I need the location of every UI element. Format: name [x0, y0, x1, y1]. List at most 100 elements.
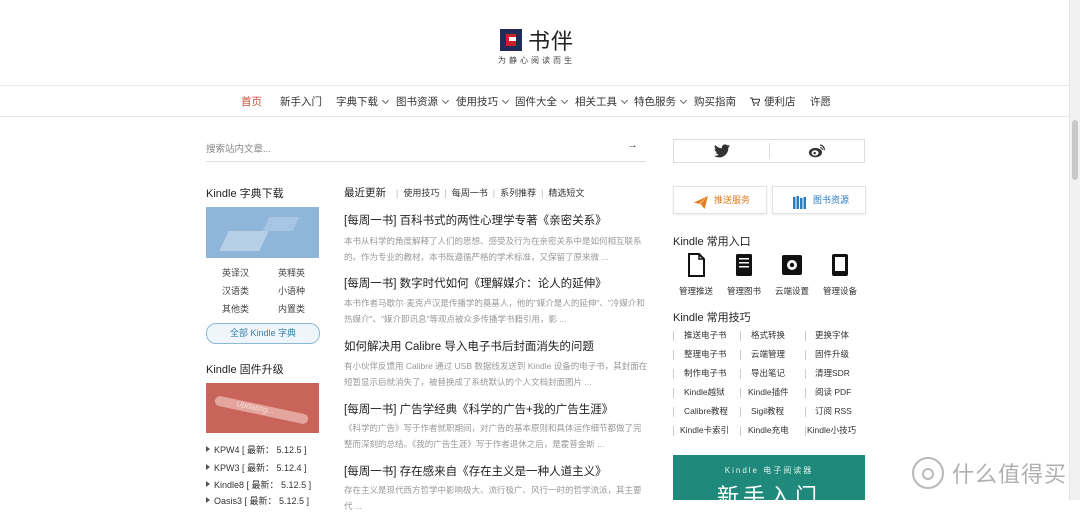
book-resources-button[interactable]: 图书资源 — [772, 186, 866, 214]
search-submit-arrow-icon[interactable]: → — [627, 139, 638, 151]
push-service-button[interactable]: 推送服务 — [673, 186, 767, 214]
article-summary: 本书作者马歇尔·麦克卢汉是传播学的奠基人，他的"媒介是人的延伸"、"冷媒介和热媒… — [344, 298, 645, 324]
dictionary-section-title: Kindle 字典下载 — [206, 188, 284, 200]
firmware-thumbnail[interactable]: Updating... — [206, 383, 319, 433]
nav-item-dictionary[interactable]: 字典下载 — [336, 94, 390, 109]
article-tabs: 最近更新 | 使用技巧 | 每周一书 | 系列推荐 | 精选短文 — [344, 187, 585, 199]
tip-link[interactable]: 固件升级 — [815, 348, 849, 360]
site-logo[interactable]: 书伴 — [500, 24, 574, 56]
tab-tips[interactable]: 使用技巧 — [403, 188, 439, 198]
chevron-down-icon — [560, 96, 569, 105]
tip-link[interactable]: 制作电子书 — [684, 367, 727, 379]
tab-weekly-book[interactable]: 每周一书 — [452, 188, 488, 198]
article-title[interactable]: [每周一书] 数字时代如何《理解媒介：论人的延伸》 — [344, 275, 607, 291]
dict-category[interactable]: 其他类 — [222, 302, 249, 315]
nav-item-tips[interactable]: 使用技巧 — [456, 94, 510, 109]
firmware-item[interactable]: KPW3 [ 最新： 5.12.4 ] — [206, 461, 307, 474]
site-search: 搜索站内文章... → — [206, 139, 646, 162]
firmware-item[interactable]: KPW4 [ 最新： 5.12.5 ] — [206, 443, 307, 456]
dict-category[interactable]: 汉语类 — [222, 284, 249, 297]
chevron-down-icon — [679, 96, 688, 105]
tip-link[interactable]: Kindle插件 — [748, 386, 789, 398]
watermark-text: 什么值得买 — [952, 462, 1068, 487]
entries-section-title: Kindle 常用入口 — [673, 236, 751, 248]
tab-essays[interactable]: 精选短文 — [548, 188, 584, 198]
all-dictionaries-button[interactable]: 全部 Kindle 字典 — [206, 323, 320, 344]
cart-icon — [750, 97, 761, 106]
tip-link[interactable]: Kindle充电 — [748, 424, 789, 436]
firmware-item[interactable]: Kindle8 [ 最新： 5.12.5 ] — [206, 478, 311, 491]
logo-text: 书伴 — [528, 30, 575, 55]
tip-link[interactable]: Calibre教程 — [684, 405, 728, 417]
article-title[interactable]: 如何解决用 Calibre 导入电子书后封面消失的问题 — [344, 338, 594, 354]
scrollbar-thumb[interactable] — [1072, 120, 1078, 180]
tip-link[interactable]: 整理电子书 — [684, 348, 727, 360]
chevron-down-icon — [501, 96, 510, 105]
tip-link[interactable]: 云端管理 — [751, 348, 785, 360]
beginner-guide-banner[interactable]: Kindle 电子阅读器 新手入门 — [673, 455, 865, 500]
chevron-down-icon — [441, 96, 450, 105]
dict-category[interactable]: 英译汉 — [222, 266, 249, 279]
dictionary-thumbnail[interactable] — [206, 207, 319, 258]
triangle-right-icon — [206, 446, 210, 452]
nav-item-firmware[interactable]: 固件大全 — [515, 94, 569, 109]
tip-link[interactable]: Kindle卡索引 — [680, 424, 729, 436]
gear-icon — [782, 255, 802, 275]
entry-manage-books[interactable]: 管理图书 — [720, 253, 768, 297]
article-title[interactable]: [每周一书] 百科书式的两性心理学专著《亲密关系》 — [344, 212, 607, 228]
nav-item-books[interactable]: 图书资源 — [396, 94, 450, 109]
paper-plane-icon — [694, 193, 708, 219]
book-icon — [736, 254, 752, 276]
book-resources-label: 图书资源 — [813, 195, 850, 205]
tip-link[interactable]: 更换字体 — [815, 329, 849, 341]
twitter-icon[interactable] — [714, 144, 730, 163]
tip-link[interactable]: Kindle小技巧 — [807, 424, 856, 436]
tablet-icon — [832, 254, 848, 276]
weibo-icon[interactable] — [808, 144, 826, 163]
nav-item-beginner[interactable]: 新手入门 — [280, 94, 322, 109]
tip-link[interactable]: 清理SDR — [815, 367, 850, 379]
entry-manage-devices[interactable]: 管理设备 — [816, 253, 864, 297]
article-title[interactable]: [每周一书] 存在感来自《存在主义是一种人道主义》 — [344, 463, 607, 479]
logo-mark-icon — [500, 29, 522, 51]
search-input[interactable]: 搜索站内文章... — [206, 141, 606, 155]
page-scrollbar[interactable] — [1069, 0, 1080, 500]
chevron-down-icon — [620, 96, 629, 105]
tip-link[interactable]: 阅读 PDF — [815, 386, 851, 398]
tab-latest[interactable]: 最近更新 — [344, 187, 386, 199]
entry-cloud-settings[interactable]: 云端设置 — [768, 253, 816, 297]
tip-link[interactable]: 导出笔记 — [751, 367, 785, 379]
tab-series[interactable]: 系列推荐 — [500, 188, 536, 198]
dict-category[interactable]: 英释英 — [278, 266, 305, 279]
dict-category[interactable]: 小语种 — [278, 284, 305, 297]
nav-item-home[interactable]: 首页 — [241, 94, 262, 109]
article-title[interactable]: [每周一书] 广告学经典《科学的广告+我的广告生涯》 — [344, 401, 613, 417]
firmware-item[interactable]: Oasis3 [ 最新： 5.12.5 ] — [206, 494, 309, 507]
tip-link[interactable]: 格式转换 — [751, 329, 785, 341]
watermark: 什么值得买 — [912, 457, 1067, 489]
banner-subtitle: Kindle 电子阅读器 — [724, 466, 814, 475]
entry-manage-push[interactable]: 管理推送 — [672, 253, 720, 297]
tip-link[interactable]: 推送电子书 — [684, 329, 727, 341]
tip-link[interactable]: Kindle越狱 — [684, 386, 725, 398]
nav-item-tools[interactable]: 相关工具 — [575, 94, 629, 109]
site-tagline: 为静心阅读而生 — [498, 56, 575, 65]
nav-item-wish[interactable]: 许愿 — [810, 94, 831, 109]
tips-section-title: Kindle 常用技巧 — [673, 312, 751, 324]
article-summary: 《科学的广告》写于作者就职期间，对广告的基本原则和具体运作细节都做了完整而深刻的… — [344, 423, 642, 449]
article-summary: 存在主义是现代西方哲学中影响极大、流行极广、风行一时的哲学流派，其主要代 ... — [344, 485, 642, 511]
push-service-label: 推送服务 — [714, 195, 751, 205]
article-summary: 有小伙伴反馈用 Calibre 通过 USB 数据线发送到 Kindle 设备的… — [344, 361, 648, 387]
watermark-logo-icon — [912, 457, 944, 489]
tip-link[interactable]: 订阅 RSS — [815, 405, 852, 417]
nav-item-store[interactable]: 便利店 — [750, 94, 796, 109]
triangle-right-icon — [206, 497, 210, 503]
document-icon — [688, 253, 705, 277]
social-links — [673, 139, 865, 163]
nav-item-buying-guide[interactable]: 购买指南 — [694, 94, 736, 109]
tip-link[interactable]: Sigil教程 — [751, 405, 784, 417]
site-header: 书伴 为静心阅读而生 — [0, 0, 1070, 86]
triangle-right-icon — [206, 481, 210, 487]
dict-category[interactable]: 内置类 — [278, 302, 305, 315]
nav-item-services[interactable]: 特色服务 — [634, 94, 688, 109]
